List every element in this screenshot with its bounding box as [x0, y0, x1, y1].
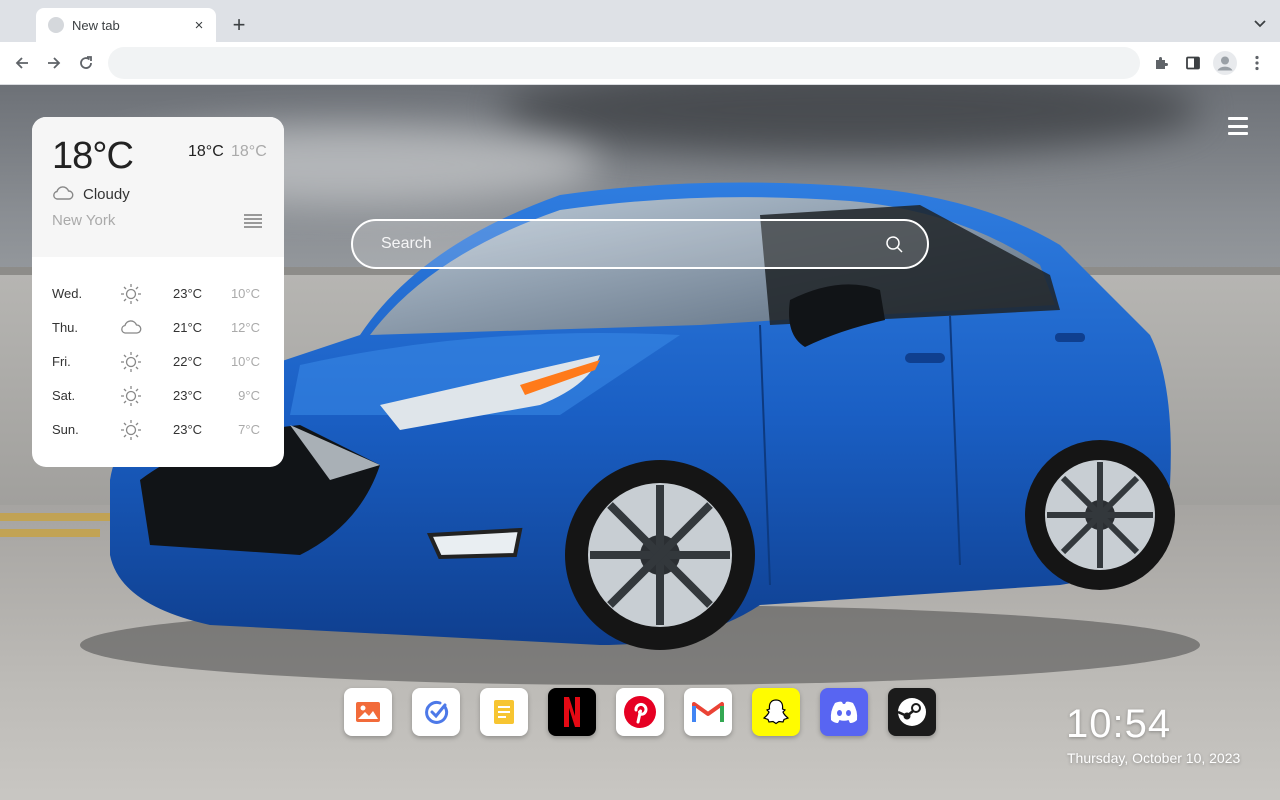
netflix-app-button[interactable] [548, 688, 596, 736]
image-icon [356, 702, 380, 722]
pinterest-app-button[interactable] [616, 688, 664, 736]
forecast-low: 9°C [238, 388, 260, 403]
forward-button[interactable] [41, 50, 67, 76]
check-circle-icon [425, 700, 449, 724]
sun-icon [121, 420, 141, 440]
forecast-high: 22°C [173, 354, 203, 369]
pinterest-icon [624, 696, 656, 728]
forecast-day: Wed. [52, 286, 83, 301]
forecast-row: Fri. 22°C 10°C [32, 345, 284, 379]
side-panel-button[interactable] [1180, 50, 1206, 76]
discord-app-button[interactable] [820, 688, 868, 736]
browser-toolbar [0, 42, 1280, 85]
tab-search-button[interactable] [1250, 12, 1270, 36]
forecast-day: Sat. [52, 388, 76, 403]
forecast-list: Wed. 23°C 10°C Thu. 21°C 12°C Fri. 22°C … [32, 277, 284, 447]
current-temperature: 18°C [52, 135, 134, 177]
search-box [351, 219, 929, 269]
steam-app-button[interactable] [888, 688, 936, 736]
puzzle-icon [1156, 57, 1168, 69]
snapchat-app-button[interactable] [752, 688, 800, 736]
search-icon[interactable] [885, 235, 903, 253]
discord-icon [830, 701, 858, 723]
netflix-icon [564, 697, 580, 727]
clock-time: 10:54 [1066, 702, 1172, 746]
forecast-low: 10°C [230, 354, 260, 369]
weather-city: New York [52, 212, 116, 229]
tasks-app-button[interactable] [412, 688, 460, 736]
forecast-high: 23°C [173, 286, 203, 301]
forecast-low: 7°C [238, 422, 260, 437]
forecast-high: 23°C [173, 422, 203, 437]
sun-icon [121, 352, 141, 372]
address-bar[interactable] [108, 47, 1140, 79]
tab-favicon-icon [48, 17, 64, 33]
notes-icon [494, 700, 514, 724]
chevron-down-icon [1254, 20, 1266, 28]
browser-menu-button[interactable] [1244, 50, 1270, 76]
weather-condition: Cloudy [83, 186, 130, 203]
steam-icon [897, 698, 926, 726]
forecast-row: Sat. 23°C 9°C [32, 379, 284, 413]
forecast-low: 10°C [230, 286, 260, 301]
arrow-right-icon [48, 57, 61, 69]
menu-bar [1228, 132, 1248, 135]
cloud-icon [53, 186, 74, 200]
tab-strip: New tab × + [0, 0, 1280, 42]
search-input[interactable] [381, 221, 861, 267]
new-tab-button[interactable]: + [226, 12, 252, 38]
today-high: 18°C [188, 143, 224, 160]
side-panel-icon [1186, 56, 1200, 70]
menu-bar [1228, 117, 1248, 120]
forecast-day: Fri. [52, 354, 71, 369]
weather-list-icon[interactable] [244, 214, 262, 228]
app-dock [344, 688, 936, 736]
clock-date: Thursday, October 10, 2023 [1067, 750, 1241, 766]
back-button[interactable] [9, 50, 35, 76]
notes-app-button[interactable] [480, 688, 528, 736]
forecast-row: Thu. 21°C 12°C [32, 311, 284, 345]
menu-bar [1228, 124, 1248, 128]
reload-icon [80, 56, 92, 69]
forecast-high: 23°C [173, 388, 203, 403]
profile-button[interactable] [1212, 50, 1238, 76]
gmail-app-button[interactable] [684, 688, 732, 736]
new-tab-page: 18°C 18°C 18°C Cloudy New York Wed. 23°C… [0, 85, 1280, 800]
extensions-button[interactable] [1148, 50, 1174, 76]
snapchat-icon [762, 699, 790, 725]
gmail-icon [692, 702, 724, 722]
avatar-icon [1213, 51, 1237, 75]
tab-title: New tab [72, 17, 120, 33]
forecast-high: 21°C [173, 320, 203, 335]
today-low: 18°C [231, 143, 267, 160]
arrow-left-icon [15, 57, 28, 69]
forecast-low: 12°C [230, 320, 260, 335]
reload-button[interactable] [73, 50, 99, 76]
tab-close-button[interactable]: × [186, 12, 212, 38]
photos-app-button[interactable] [344, 688, 392, 736]
browser-tab[interactable]: New tab × [36, 8, 216, 42]
weather-widget: 18°C 18°C 18°C Cloudy New York Wed. 23°C… [32, 117, 284, 467]
weather-current: 18°C 18°C 18°C Cloudy New York [32, 117, 284, 257]
more-vert-icon [1255, 55, 1259, 71]
forecast-day: Thu. [52, 320, 79, 335]
cloud-icon [121, 320, 142, 334]
sun-icon [121, 386, 141, 406]
forecast-row: Wed. 23°C 10°C [32, 277, 284, 311]
sun-icon [121, 284, 141, 304]
forecast-row: Sun. 23°C 7°C [32, 413, 284, 447]
forecast-day: Sun. [52, 422, 79, 437]
page-menu-button[interactable] [1228, 117, 1248, 135]
